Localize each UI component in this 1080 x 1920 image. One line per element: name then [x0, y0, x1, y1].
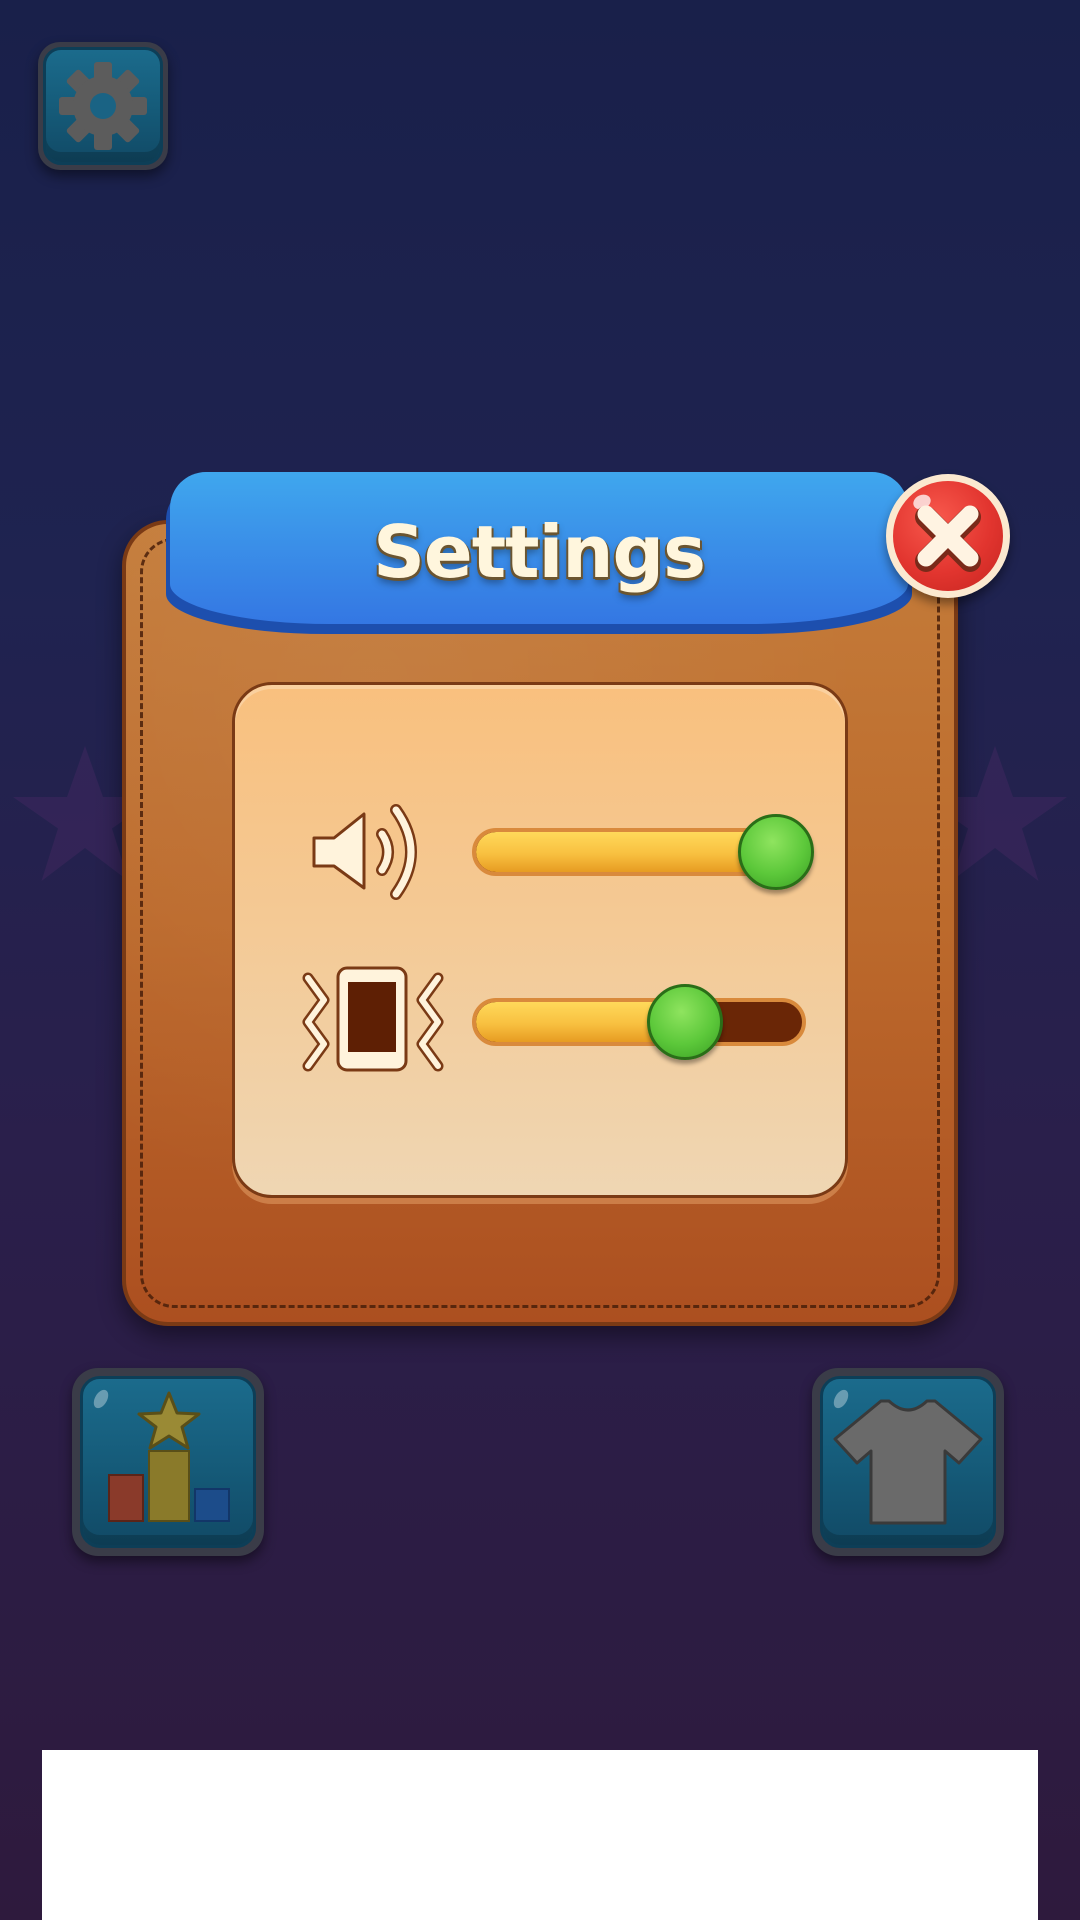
vibration-slider-knob[interactable] [647, 984, 723, 1060]
close-button-face [893, 481, 1003, 591]
settings-button[interactable] [38, 42, 168, 170]
vibration-phone-icon [302, 966, 444, 1072]
settings-button-face [43, 47, 163, 165]
sound-slider-knob[interactable] [738, 814, 814, 890]
leaderboard-button-face [80, 1376, 256, 1548]
dialog-header: Settings [166, 470, 912, 642]
shop-button[interactable] [812, 1368, 1004, 1556]
dialog-title: Settings [373, 510, 706, 594]
close-button[interactable] [886, 474, 1010, 598]
ad-banner [42, 1750, 1038, 1920]
gear-icon [59, 62, 147, 150]
leaderboard-button[interactable] [72, 1368, 264, 1556]
podium-star-icon [108, 1391, 230, 1522]
vibration-slider-track[interactable] [472, 998, 806, 1046]
speaker-icon [312, 804, 417, 900]
vibration-setting [300, 966, 820, 1076]
sound-setting [300, 796, 820, 906]
shop-button-face [820, 1376, 996, 1548]
close-x-icon [915, 505, 981, 572]
sound-slider-fill [476, 832, 776, 872]
tshirt-icon [833, 1399, 983, 1525]
settings-card [232, 682, 848, 1198]
